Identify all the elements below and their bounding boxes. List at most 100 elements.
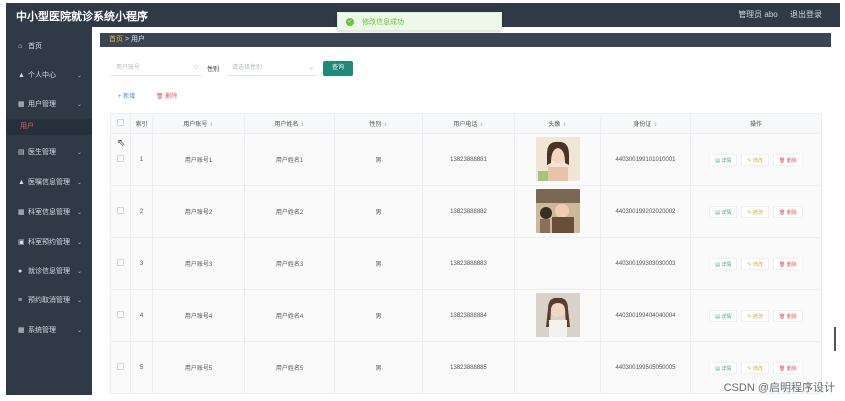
sidebar-item-users[interactable]: ▦ 用户管理 ⌄ bbox=[6, 95, 92, 113]
row-checkbox[interactable] bbox=[117, 311, 124, 318]
logout-link[interactable]: 退出登录 bbox=[790, 10, 822, 19]
sidebar-item-appointments[interactable]: ▣ 科室预约管理 ⌄ bbox=[6, 233, 92, 251]
sidebar-subitem-user[interactable]: 用户 bbox=[6, 119, 92, 135]
search-icon: ○ bbox=[193, 64, 198, 71]
edit-button[interactable]: ✎ 修改 bbox=[741, 153, 769, 166]
header-label: 头像 bbox=[548, 122, 561, 128]
cell-gender: 男 bbox=[334, 185, 423, 238]
sort-icon[interactable]: ⇕ bbox=[479, 122, 483, 128]
detail-label: 详情 bbox=[721, 313, 732, 320]
detail-button[interactable]: ▤ 详情 bbox=[709, 309, 738, 322]
chevron-down-icon: ⌄ bbox=[76, 72, 82, 79]
header-name[interactable]: 用户姓名 ⇕ bbox=[244, 113, 335, 134]
sort-icon[interactable]: ⇕ bbox=[653, 122, 657, 128]
header-account[interactable]: 用户账号 ⇕ bbox=[152, 113, 245, 134]
detail-button[interactable]: ▤ 详情 bbox=[709, 257, 738, 270]
avatar[interactable] bbox=[535, 136, 580, 181]
scrollbar[interactable] bbox=[834, 327, 836, 351]
edit-button[interactable]: ✎ 修改 bbox=[741, 205, 769, 218]
breadcrumb: 首页 > 用户 bbox=[100, 33, 831, 47]
delete-button[interactable]: 🗑 删除 bbox=[772, 153, 803, 166]
sort-icon[interactable]: ⇕ bbox=[562, 122, 566, 128]
add-button[interactable]: + 新增 bbox=[118, 91, 135, 100]
breadcrumb-home[interactable]: 首页 bbox=[109, 36, 123, 43]
sidebar-item-cancellations[interactable]: ≡ 预约取消管理 ⌄ bbox=[6, 291, 92, 309]
delete-label: 删除 bbox=[786, 313, 797, 320]
select-all-checkbox[interactable] bbox=[117, 119, 124, 126]
chevron-down-icon: ⌄ bbox=[76, 149, 82, 156]
edit-button[interactable]: ✎ 修改 bbox=[741, 309, 769, 322]
breadcrumb-separator: > bbox=[124, 36, 130, 43]
sidebar-item-visits[interactable]: ● 就诊信息管理 ⌄ bbox=[6, 262, 92, 280]
table-header-row: 索引 用户账号 ⇕ 用户姓名 ⇕ 性别 ⇕ 用户电话 ⇕ 头像 ⇕ 身份证 ⇕ 操作 bbox=[110, 113, 822, 134]
sidebar-item-system[interactable]: ▦ 系统管理 ⌄ bbox=[6, 321, 92, 339]
edit-button[interactable]: ✎ 修改 bbox=[741, 257, 769, 270]
cell-phone: 13823888884 bbox=[422, 289, 515, 342]
folder-icon: ▤ bbox=[18, 149, 25, 156]
row-checkbox[interactable] bbox=[117, 259, 124, 266]
delete-button[interactable]: 🗑 删除 bbox=[772, 257, 803, 270]
avatar[interactable] bbox=[535, 188, 580, 233]
row-checkbox-cell[interactable] bbox=[110, 185, 131, 238]
account-search-input[interactable]: 用户账号 ○ bbox=[110, 61, 202, 76]
list-icon: ≡ bbox=[18, 296, 23, 304]
chevron-down-icon: ⌄ bbox=[76, 268, 82, 275]
row-checkbox[interactable] bbox=[117, 155, 124, 162]
cell-phone: 13823888883 bbox=[422, 237, 515, 290]
delete-button[interactable]: 🗑 删除 bbox=[772, 309, 803, 322]
cell-gender: 男 bbox=[334, 289, 423, 342]
row-checkbox[interactable] bbox=[117, 363, 124, 370]
watermark: CSDN @启明程序设计 bbox=[723, 382, 835, 394]
bulk-delete-button[interactable]: 🗑 删除 bbox=[156, 91, 177, 100]
user-icon: ▲ bbox=[18, 71, 25, 79]
cell-account: 用户账号2 bbox=[152, 185, 245, 238]
query-button[interactable]: 查询 bbox=[323, 61, 353, 76]
sidebar-item-profile[interactable]: ▲ 个人中心 ⌄ bbox=[6, 66, 92, 84]
sort-icon[interactable]: ⇕ bbox=[209, 122, 213, 128]
sort-icon[interactable]: ⇕ bbox=[383, 122, 387, 128]
table-row[interactable]: 1 用户账号1 用户姓名1 男 13823888881 44030019910101000… bbox=[110, 133, 822, 186]
table-row[interactable]: 4 用户账号4 用户姓名4 男 13823888884 44030019940404000… bbox=[110, 289, 822, 342]
row-checkbox-cell[interactable] bbox=[110, 341, 131, 394]
sidebar-item-doctors[interactable]: ▤ 医生管理 ⌄ bbox=[6, 143, 92, 161]
detail-button[interactable]: ▤ 详情 bbox=[709, 361, 738, 374]
cell-phone: 13823888881 bbox=[422, 133, 515, 186]
sidebar-item-medical-orders[interactable]: ▲ 医嘱信息管理 ⌄ bbox=[6, 173, 92, 191]
app-window: 中小型医院就诊系统小程序 管理员 abo 退出登录 ⌂ 首页 ▲ 个人中心 ⌄ … bbox=[0, 0, 845, 401]
chevron-down-icon: ⌄ bbox=[76, 179, 82, 186]
header-id-card[interactable]: 身份证 ⇕ bbox=[600, 113, 691, 134]
detail-button[interactable]: ▤ 详情 bbox=[709, 205, 738, 218]
select-all-header[interactable] bbox=[110, 113, 131, 134]
home-icon: ⌂ bbox=[18, 42, 23, 50]
delete-button[interactable]: 🗑 删除 bbox=[772, 361, 803, 374]
header-gender[interactable]: 性别 ⇕ bbox=[334, 113, 423, 134]
cell-actions: ▤ 详情 ✎ 修改 🗑 删除 bbox=[690, 237, 822, 290]
current-user[interactable]: 管理员 abo bbox=[738, 10, 778, 19]
row-checkbox-cell[interactable] bbox=[110, 289, 131, 342]
gender-select[interactable]: 请选择性别 ⌄ bbox=[228, 61, 318, 76]
sort-icon[interactable]: ⇕ bbox=[300, 122, 304, 128]
header-avatar[interactable]: 头像 ⇕ bbox=[514, 113, 601, 134]
delete-button[interactable]: 🗑 删除 bbox=[772, 205, 803, 218]
edit-button[interactable]: ✎ 修改 bbox=[741, 361, 769, 374]
row-checkbox[interactable] bbox=[117, 207, 124, 214]
app-title: 中小型医院就诊系统小程序 bbox=[16, 11, 148, 23]
sidebar-item-departments[interactable]: ▦ 科室信息管理 ⌄ bbox=[6, 203, 92, 221]
chevron-down-icon: ⌄ bbox=[76, 209, 82, 216]
row-checkbox-cell[interactable] bbox=[110, 237, 131, 290]
table-row[interactable]: 3 用户账号3 用户姓名3 男 13823888883 44030019930303000… bbox=[110, 219, 822, 290]
avatar[interactable] bbox=[535, 292, 580, 337]
sidebar-item-label: 医生管理 bbox=[28, 149, 56, 156]
header-phone[interactable]: 用户电话 ⇕ bbox=[422, 113, 515, 134]
cell-name: 用户姓名3 bbox=[244, 237, 335, 290]
cell-avatar bbox=[514, 219, 601, 290]
detail-button[interactable]: ▤ 详情 bbox=[709, 153, 738, 166]
cell-id-card: 440300199303030003 bbox=[600, 237, 691, 290]
table-row[interactable]: 5 用户账号5 用户姓名5 男 13823888885 44030019950505000… bbox=[110, 341, 822, 394]
table-row[interactable]: 2 用户账号2 用户姓名2 男 13823888882 44030019920202000… bbox=[110, 185, 822, 238]
sidebar-item-home[interactable]: ⌂ 首页 bbox=[6, 37, 92, 55]
cell-avatar bbox=[514, 289, 601, 342]
user-table: 索引 用户账号 ⇕ 用户姓名 ⇕ 性别 ⇕ 用户电话 ⇕ 头像 ⇕ 身份证 ⇕ 操作 1 用户… bbox=[110, 113, 822, 394]
header-actions: 操作 bbox=[690, 113, 822, 134]
cell-actions: ▤ 详情 ✎ 修改 🗑 删除 bbox=[690, 133, 822, 186]
